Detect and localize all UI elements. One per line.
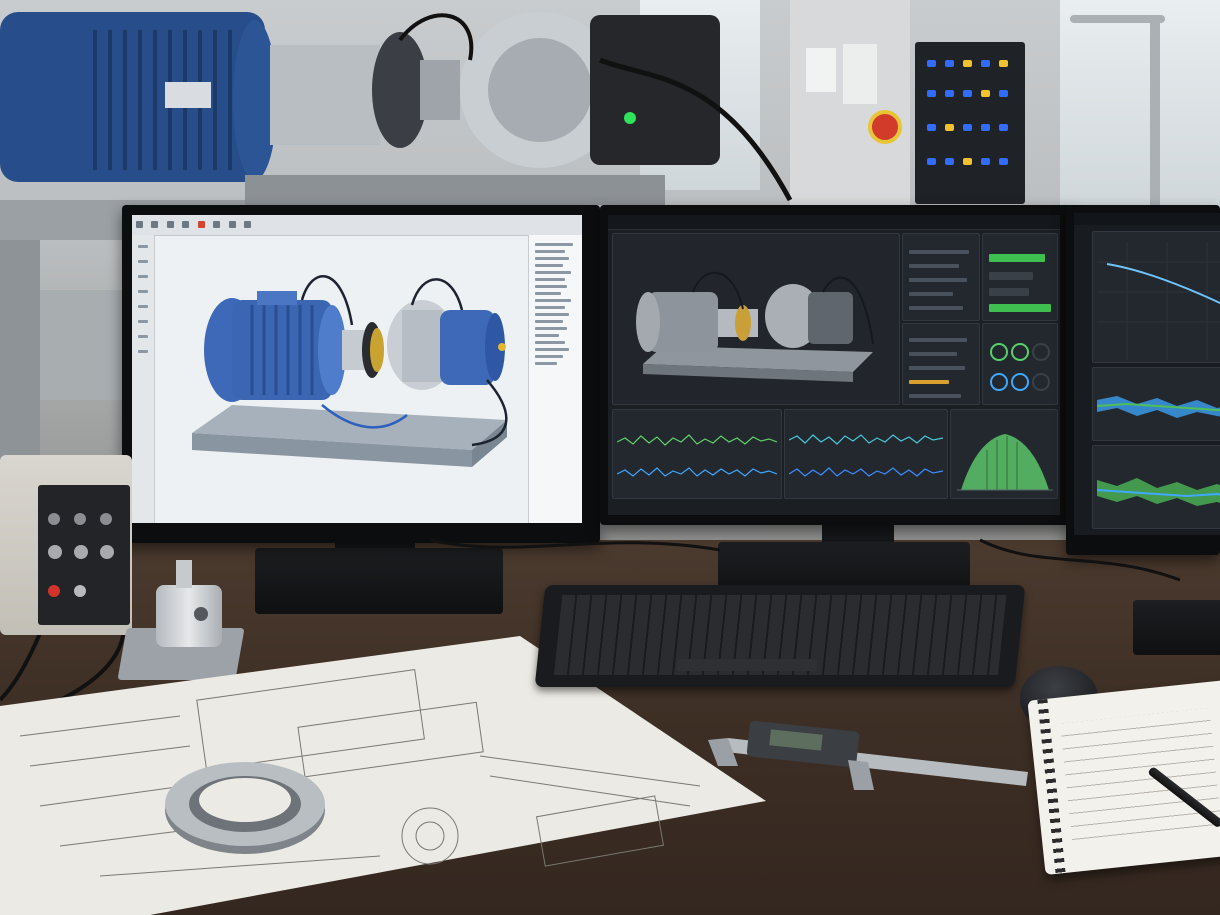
settings-icon[interactable] — [244, 221, 252, 228]
waveform-cyan-2 — [789, 434, 943, 445]
ball-bearing — [165, 762, 325, 854]
terminal-2 — [74, 585, 86, 597]
trend-chart-panel[interactable] — [1092, 231, 1220, 363]
rotate-tool-icon[interactable] — [138, 275, 148, 278]
cad-application-window[interactable] — [132, 215, 582, 523]
conditioner-front-panel — [38, 485, 130, 625]
notebook — [1027, 680, 1220, 875]
test-rig-machine — [0, 12, 793, 205]
scale-icon[interactable] — [138, 290, 148, 293]
bnc-connector-2 — [74, 545, 88, 559]
layers-icon[interactable] — [138, 320, 148, 323]
knob-1 — [48, 513, 60, 525]
cad-tool-sidebar — [132, 235, 155, 523]
waveform-panel-1[interactable] — [612, 409, 782, 499]
right-screen-titlebar — [1074, 213, 1220, 225]
wall-notice-2 — [843, 44, 877, 104]
status-panel-right — [982, 233, 1058, 321]
knob-3 — [100, 513, 112, 525]
sensor-connector — [176, 560, 192, 588]
spectrum-panel[interactable] — [950, 409, 1058, 499]
select-icon[interactable] — [138, 245, 148, 248]
band-chart-panel-1[interactable] — [1092, 367, 1220, 441]
status-bar-green-1 — [989, 254, 1045, 262]
gauge-1 — [990, 343, 1008, 361]
machine-3d-view-panel[interactable] — [612, 233, 900, 405]
keyboard[interactable] — [534, 585, 1026, 687]
gauge-panel — [982, 323, 1058, 405]
trend-analysis-screen[interactable] — [1074, 213, 1220, 535]
digital-caliper — [708, 720, 1028, 790]
gauge-5 — [1011, 373, 1029, 391]
move-icon[interactable] — [138, 260, 148, 263]
measure-icon[interactable] — [228, 221, 236, 228]
instrument-rack — [915, 42, 1025, 204]
waveform-blue-1 — [617, 467, 777, 477]
status-panel-left — [902, 233, 980, 321]
center-monitor — [600, 205, 1072, 525]
gauge-2 — [1011, 343, 1029, 361]
status-bar-green-2 — [989, 304, 1051, 312]
gauge-4 — [990, 373, 1008, 391]
notebook-lines — [1059, 707, 1220, 843]
trend-curve — [1106, 263, 1220, 305]
safety-rail-post — [1150, 15, 1160, 215]
undo-icon[interactable] — [166, 221, 174, 228]
cad-3d-model-viewport[interactable] — [172, 255, 522, 495]
red-terminal — [48, 585, 60, 597]
cad-toolbar — [132, 215, 582, 236]
save-icon[interactable] — [151, 221, 159, 228]
rig-frame-leg — [0, 240, 40, 470]
waveform-blue-2 — [789, 467, 943, 477]
file-icon[interactable] — [136, 221, 143, 228]
bnc-connector-1 — [48, 545, 62, 559]
gauge-3 — [1032, 343, 1050, 361]
wall-panel — [790, 0, 910, 210]
feature-tree-panel[interactable] — [528, 235, 582, 523]
monitoring-dashboard[interactable] — [608, 215, 1060, 515]
spacebar[interactable] — [676, 659, 818, 671]
camera-icon[interactable] — [138, 335, 148, 338]
section-icon[interactable] — [138, 305, 148, 308]
knob-2 — [74, 513, 86, 525]
bnc-connector-3 — [100, 545, 114, 559]
waveform-green-1 — [617, 434, 777, 446]
zoom-icon[interactable] — [213, 221, 221, 228]
spectrum-area — [961, 434, 1049, 490]
rotate-icon[interactable] — [197, 221, 205, 228]
dashboard-titlebar — [608, 215, 1060, 230]
lab-window-right — [1060, 0, 1220, 215]
left-monitor — [122, 205, 600, 543]
signal-conditioner — [0, 455, 132, 635]
emergency-stop-button — [868, 110, 902, 144]
machine-3d-render — [636, 271, 874, 382]
redo-icon[interactable] — [182, 221, 190, 228]
wall-notice — [806, 48, 836, 92]
view-icon[interactable] — [138, 350, 148, 353]
parameter-list-panel — [902, 323, 980, 405]
waveform-panel-2[interactable] — [784, 409, 948, 499]
gauge-6 — [1032, 373, 1050, 391]
